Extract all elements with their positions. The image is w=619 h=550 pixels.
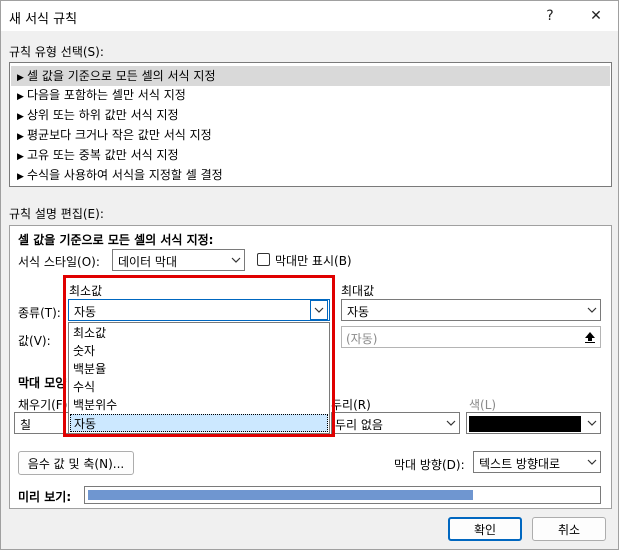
max-type-value: 자동 — [347, 305, 370, 319]
preview-box — [84, 486, 601, 504]
close-button[interactable]: ✕ — [574, 1, 618, 31]
color-label: 색(L) — [469, 398, 497, 412]
cancel-button[interactable]: 취소 — [532, 517, 606, 541]
range-select-icon[interactable] — [582, 329, 598, 345]
bar-only-label: 막대만 표시(B) — [275, 254, 352, 268]
bar-only-checkbox[interactable] — [257, 253, 270, 266]
bullet-icon: ▶ — [17, 172, 24, 182]
window-title: 새 서식 규칙 — [9, 12, 78, 27]
ok-button[interactable]: 확인 — [448, 517, 522, 541]
chevron-down-icon — [441, 413, 459, 433]
dropdown-option[interactable]: 최소값 — [70, 324, 328, 342]
dropdown-option[interactable]: 수식 — [70, 378, 328, 396]
dropdown-option[interactable]: 자동 — [70, 414, 328, 432]
bullet-icon: ▶ — [17, 152, 24, 162]
max-value-placeholder: (자동) — [346, 332, 378, 346]
dropdown-option[interactable]: 백분율 — [70, 360, 328, 378]
bar-appearance-label: 막대 모양 — [18, 376, 67, 390]
chevron-down-icon — [582, 300, 600, 320]
value-label: 값(V): — [18, 334, 51, 348]
bar-direction-select[interactable]: 텍스트 방향대로 — [473, 451, 601, 473]
min-type-select[interactable]: 자동 — [68, 299, 330, 321]
chevron-down-icon — [582, 452, 600, 472]
format-style-value: 데이터 막대 — [118, 255, 178, 269]
rule-type-item-label: 셀 값을 기준으로 모든 셀의 서식 지정 — [27, 69, 216, 83]
rule-type-item-label: 상위 또는 하위 값만 서식 지정 — [27, 108, 179, 122]
max-value-input[interactable]: (자동) — [341, 326, 601, 348]
rule-type-item-label: 수식을 사용하여 서식을 지정할 셀 결정 — [27, 168, 223, 182]
rule-desc-label: 규칙 설명 편집(E): — [9, 207, 104, 221]
ok-button-label: 확인 — [473, 522, 497, 537]
rule-type-label: 규칙 유형 선택(S): — [9, 45, 104, 59]
bullet-icon: ▶ — [17, 92, 24, 102]
preview-label: 미리 보기: — [18, 490, 72, 504]
preview-data-bar — [88, 490, 473, 500]
fill-label: 채우기(F) — [18, 398, 68, 412]
bullet-icon: ▶ — [17, 112, 24, 122]
help-icon: ? — [546, 8, 554, 24]
bullet-icon: ▶ — [17, 132, 24, 142]
chevron-down-icon — [310, 300, 328, 320]
cancel-button-label: 취소 — [557, 522, 581, 537]
format-style-label: 서식 스타일(O): — [18, 255, 100, 269]
rule-type-item[interactable]: ▶ 수식을 사용하여 서식을 지정할 셀 결정 — [11, 165, 610, 185]
fill-value: 칠 — [20, 418, 32, 432]
rule-type-item[interactable]: ▶ 상위 또는 하위 값만 서식 지정 — [11, 105, 610, 125]
max-type-select[interactable]: 자동 — [341, 299, 601, 321]
close-icon: ✕ — [590, 8, 602, 24]
border-value: 두리 없음 — [335, 418, 383, 432]
type-label: 종류(T): — [18, 306, 61, 320]
chevron-down-icon — [226, 250, 244, 270]
chevron-down-icon — [582, 413, 600, 433]
dropdown-option[interactable]: 백분위수 — [70, 396, 328, 414]
min-header: 최소값 — [69, 284, 103, 298]
new-format-rule-dialog: 새 서식 규칙 ? ✕ 규칙 유형 선택(S): ▶ 셀 값을 기준으로 모든 셀… — [0, 0, 619, 550]
bar-direction-label: 막대 방향(D): — [394, 458, 465, 472]
border-label: 두리(R) — [331, 398, 371, 412]
help-button[interactable]: ? — [528, 1, 572, 31]
rule-type-list[interactable]: ▶ 셀 값을 기준으로 모든 셀의 서식 지정 ▶ 다음을 포함하는 셀만 서식 지… — [9, 62, 612, 187]
negative-axis-button[interactable]: 음수 값 및 축(N)... — [18, 451, 134, 475]
dropdown-option[interactable]: 숫자 — [70, 342, 328, 360]
max-header: 최대값 — [341, 284, 375, 298]
min-type-dropdown-list[interactable]: 최소값 숫자 백분율 수식 백분위수 자동 — [68, 322, 330, 434]
rule-type-item-label: 고유 또는 중복 값만 서식 지정 — [27, 148, 179, 162]
border-select[interactable]: 두리 없음 — [331, 412, 460, 434]
format-style-select[interactable]: 데이터 막대 — [112, 249, 245, 271]
title-bar: 새 서식 규칙 ? ✕ — [1, 1, 618, 31]
min-type-value: 자동 — [74, 305, 97, 319]
negative-axis-button-label: 음수 값 및 축(N)... — [27, 456, 125, 471]
rule-type-item[interactable]: ▶ 평균보다 크거나 작은 값만 서식 지정 — [11, 125, 610, 145]
bar-direction-value: 텍스트 방향대로 — [479, 457, 561, 471]
color-swatch — [469, 416, 581, 432]
rule-type-item[interactable]: ▶ 셀 값을 기준으로 모든 셀의 서식 지정 — [11, 66, 610, 86]
rule-type-item-label: 평균보다 크거나 작은 값만 서식 지정 — [27, 128, 212, 142]
rule-type-item-label: 다음을 포함하는 셀만 서식 지정 — [27, 88, 186, 102]
rule-type-item[interactable]: ▶ 다음을 포함하는 셀만 서식 지정 — [11, 85, 610, 105]
rule-desc-heading: 셀 값을 기준으로 모든 셀의 서식 지정: — [18, 233, 214, 247]
rule-type-item[interactable]: ▶ 고유 또는 중복 값만 서식 지정 — [11, 145, 610, 165]
fill-select[interactable]: 칠 — [14, 412, 74, 434]
